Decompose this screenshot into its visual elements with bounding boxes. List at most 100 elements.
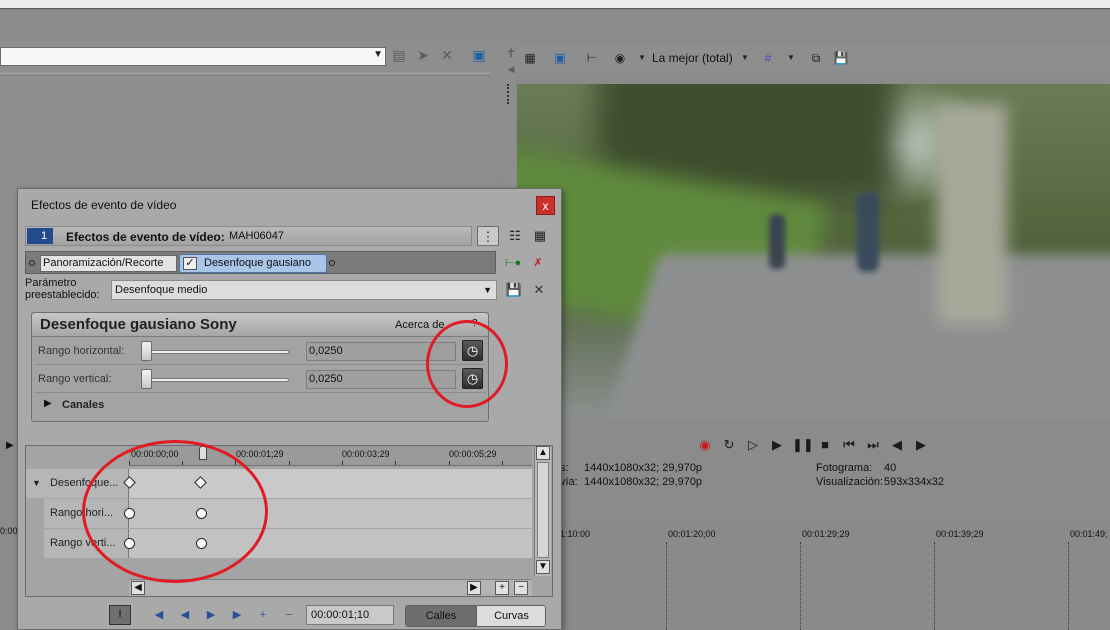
about-link[interactable]: Acerca de: [395, 319, 445, 331]
grid-line: [934, 542, 935, 630]
slider-thumb[interactable]: [141, 369, 152, 389]
fx-header-label: Efectos de evento de vídeo:: [66, 230, 225, 244]
grid-line: [666, 542, 667, 630]
track-badge: 1: [27, 228, 53, 244]
copy-snapshot-icon[interactable]: ⧉: [808, 50, 824, 66]
time-field[interactable]: 00:00:01;10: [306, 605, 394, 625]
remove-plugin-icon[interactable]: ✗: [529, 255, 547, 271]
split-screen-icon[interactable]: ⊢: [584, 50, 600, 66]
pause-icon[interactable]: ❚❚: [792, 436, 814, 454]
display-value: 593x334x32: [884, 476, 944, 488]
play-icon[interactable]: ▶: [6, 440, 14, 451]
record-icon[interactable]: ◉: [696, 436, 714, 454]
save-preset-icon[interactable]: 💾: [505, 282, 523, 298]
vertical-scrollbar[interactable]: ▲ ▼: [534, 446, 551, 576]
properties-icon[interactable]: ▤: [390, 46, 408, 64]
plugin-chain: Panoramización/Recorte ✓ Desenfoque gaus…: [25, 251, 496, 274]
overlay-dropdown-icon[interactable]: ▼: [634, 50, 650, 66]
scroll-right-icon[interactable]: ▶: [467, 581, 481, 595]
annotation-ellipse: [426, 320, 508, 408]
go-to-end-icon[interactable]: ⏭: [864, 436, 882, 454]
sync-cursor-icon[interactable]: I: [109, 605, 131, 625]
chain-start-icon: [29, 260, 35, 266]
plugin-panel-header: Desenfoque gausiano Sony Acerca de ?: [32, 313, 488, 337]
grid-line: [1068, 542, 1069, 630]
zoom-out-icon[interactable]: −: [514, 581, 528, 595]
delete-icon[interactable]: ✕: [438, 46, 456, 64]
add-keyframe-icon[interactable]: +: [254, 607, 272, 625]
first-keyframe-icon[interactable]: ◀: [150, 607, 168, 625]
overlay-icon[interactable]: ◉: [612, 50, 628, 66]
preset-dropdown[interactable]: Desenfoque medio ▼: [111, 280, 497, 300]
scroll-down-icon[interactable]: ▼: [536, 560, 550, 574]
preset-label-line: preestablecido:: [25, 289, 100, 301]
scroll-left-icon[interactable]: ◀: [131, 581, 145, 595]
ruler-label: 00:01:29;29: [802, 529, 850, 539]
previous-keyframe-icon[interactable]: ◀: [176, 607, 194, 625]
grid-dropdown-icon[interactable]: ▼: [783, 50, 799, 66]
monitor-icon[interactable]: ▣: [470, 46, 488, 64]
channels-label: Canales: [62, 399, 105, 411]
preview-properties-icon[interactable]: ▦: [522, 50, 538, 66]
preset-label-line: Parámetro: [25, 277, 77, 289]
preset-value: Desenfoque medio: [115, 284, 208, 296]
next-frame-icon[interactable]: ▶: [912, 436, 930, 454]
grid-line: [800, 542, 801, 630]
plugin-chain-icon[interactable]: ⊢●: [504, 255, 522, 271]
quality-dropdown-icon[interactable]: ▼: [737, 50, 753, 66]
previous-frame-icon[interactable]: ◀: [888, 436, 906, 454]
preview-properties: s: 1440x1080x32; 29,970p vía: 1440x1080x…: [560, 462, 1110, 492]
checkbox-icon[interactable]: ✓: [183, 257, 197, 270]
param-label: Rango horizontal:: [38, 345, 125, 357]
chain-item-gaussian-blur[interactable]: ✓ Desenfoque gausiano: [179, 254, 327, 273]
slider-track[interactable]: [146, 350, 289, 354]
ruler-label: 00:01:49;: [1070, 529, 1108, 539]
view-columns-icon[interactable]: ☷: [504, 226, 526, 246]
slider-thumb[interactable]: [141, 341, 152, 361]
external-monitor-icon[interactable]: ▣: [552, 50, 568, 66]
view-grid-icon[interactable]: ▦: [529, 226, 551, 246]
zoom-in-icon[interactable]: +: [495, 581, 509, 595]
delete-preset-icon[interactable]: ✕: [530, 282, 548, 298]
stop-icon[interactable]: ■: [816, 436, 834, 454]
display-label: Visualización:: [816, 476, 884, 488]
loop-icon[interactable]: ↻: [720, 436, 738, 454]
timeline-ruler[interactable]: 1:10:00 00:01:20;00 00:01:29;29 00:01:39…: [560, 526, 1110, 542]
top-divider: [0, 8, 1110, 9]
chain-end-icon: [329, 260, 335, 266]
path-combo[interactable]: ▼: [0, 47, 386, 66]
fx-header-value: MAH06047: [229, 230, 285, 242]
curves-button[interactable]: Curvas: [476, 606, 545, 626]
slider-track[interactable]: [146, 378, 289, 382]
preview-quality[interactable]: La mejor (total): [652, 51, 733, 65]
save-snapshot-icon[interactable]: 💾: [833, 50, 849, 66]
last-keyframe-icon[interactable]: ▶: [228, 607, 246, 625]
close-button[interactable]: x: [536, 196, 555, 215]
drag-grip[interactable]: [507, 84, 511, 104]
channels-group[interactable]: ▶ Canales: [34, 393, 486, 415]
next-keyframe-icon[interactable]: ▶: [202, 607, 220, 625]
grid-icon[interactable]: #: [760, 50, 776, 66]
view-single-icon[interactable]: ⋮: [477, 226, 499, 246]
play-icon[interactable]: ▶: [768, 436, 786, 454]
chevron-down-icon[interactable]: ▼: [483, 281, 492, 299]
go-to-start-icon[interactable]: ⏮: [840, 436, 858, 454]
ruler-label: 00:00:03;29: [342, 449, 390, 459]
expand-arrow-icon[interactable]: ▶: [44, 398, 52, 409]
collapse-arrow-icon[interactable]: ▼: [32, 478, 41, 488]
param-row-vertical: Rango vertical: 0,0250 ◷: [34, 367, 486, 393]
pane-separator: [0, 72, 490, 76]
scroll-up-icon[interactable]: ▲: [536, 446, 550, 460]
scrollbar-thumb[interactable]: [537, 462, 549, 558]
play-from-start-icon[interactable]: ▷: [744, 436, 762, 454]
delete-keyframe-icon[interactable]: −: [280, 607, 298, 625]
chain-item-pan-crop[interactable]: Panoramización/Recorte: [40, 255, 177, 272]
chain-item-label: Desenfoque gausiano: [204, 257, 312, 269]
plugin-title: Desenfoque gausiano Sony: [40, 316, 237, 333]
frame-value: 40: [884, 462, 897, 474]
lanes-button[interactable]: Calles: [406, 606, 476, 626]
pin-icon[interactable]: ➤: [414, 46, 432, 64]
video-preview: [517, 84, 1110, 418]
ruler-label: 1:10:00: [560, 529, 591, 539]
chevron-down-icon[interactable]: ▼: [373, 49, 383, 60]
